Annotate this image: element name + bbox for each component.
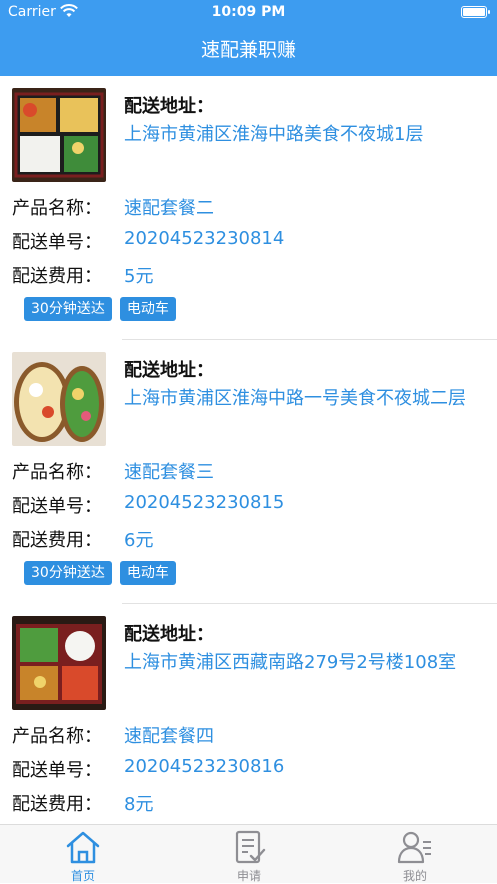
- fee-row: 配送费用： 8元: [12, 790, 153, 816]
- tab-profile-label: 我的: [402, 869, 427, 883]
- order-card[interactable]: 配送地址： 上海市黄浦区西藏南路279号2号楼108室 产品名称： 速配套餐四 …: [0, 604, 497, 824]
- product-value: 速配套餐四: [124, 726, 214, 747]
- fee-label: 配送费用：: [12, 266, 102, 287]
- product-value: 速配套餐三: [124, 462, 214, 483]
- order-number-value: 20204523230814: [124, 228, 285, 249]
- fee-value: 6元: [124, 530, 154, 551]
- status-bar: Carrier 10:09 PM: [0, 0, 497, 26]
- product-row: 产品名称： 速配套餐四: [12, 722, 214, 748]
- battery-icon: [461, 6, 490, 18]
- fee-value: 5元: [124, 266, 154, 287]
- order-list[interactable]: 配送地址： 上海市黄浦区淮海中路美食不夜城1层 产品名称： 速配套餐二 配送单号…: [0, 76, 497, 824]
- tab-profile[interactable]: 我的: [332, 825, 497, 884]
- address-value: 上海市黄浦区淮海中路一号美食不夜城二层: [124, 388, 466, 409]
- delivery-time-tag: 30分钟送达: [24, 297, 112, 321]
- tag-list: 30分钟送达 电动车: [24, 297, 184, 321]
- product-label: 产品名称：: [12, 198, 102, 219]
- tab-apply-label: 申请: [236, 869, 261, 883]
- fee-label: 配送费用：: [12, 794, 102, 815]
- profile-icon: [397, 831, 431, 864]
- delivery-time-tag: 30分钟送达: [24, 561, 112, 585]
- address-label: 配送地址：: [124, 360, 214, 381]
- order-number-row: 配送单号： 20204523230815: [12, 492, 284, 518]
- product-row: 产品名称： 速配套餐三: [12, 458, 214, 484]
- order-number-row: 配送单号： 20204523230816: [12, 756, 284, 782]
- food-thumbnail: [12, 616, 106, 710]
- vehicle-tag: 电动车: [119, 561, 176, 585]
- order-number-label: 配送单号：: [12, 496, 102, 517]
- apply-document-icon: [235, 830, 266, 864]
- fee-label: 配送费用：: [12, 530, 102, 551]
- tag-list: 30分钟送达 电动车: [24, 561, 184, 585]
- address-value: 上海市黄浦区西藏南路279号2号楼108室: [124, 652, 457, 673]
- fee-row: 配送费用： 5元: [12, 262, 153, 288]
- vehicle-tag: 电动车: [119, 297, 176, 321]
- product-label: 产品名称：: [12, 726, 102, 747]
- food-thumbnail: [12, 88, 106, 182]
- address-label: 配送地址：: [124, 96, 214, 117]
- home-icon: [66, 831, 100, 864]
- order-number-label: 配送单号：: [12, 760, 102, 781]
- tab-bar: 首页 申请 我的: [0, 824, 497, 883]
- order-card[interactable]: 配送地址： 上海市黄浦区淮海中路美食不夜城1层 产品名称： 速配套餐二 配送单号…: [0, 76, 497, 340]
- address-value: 上海市黄浦区淮海中路美食不夜城1层: [124, 124, 424, 145]
- clock: 10:09 PM: [211, 4, 286, 20]
- product-label: 产品名称：: [12, 462, 102, 483]
- address-label: 配送地址：: [124, 624, 214, 645]
- product-row: 产品名称： 速配套餐二: [12, 194, 214, 220]
- product-value: 速配套餐二: [124, 198, 214, 219]
- order-number-label: 配送单号：: [12, 232, 102, 253]
- fee-value: 8元: [124, 794, 154, 815]
- fee-row: 配送费用： 6元: [12, 526, 153, 552]
- tab-apply[interactable]: 申请: [166, 825, 332, 884]
- tab-home-label: 首页: [70, 869, 95, 883]
- order-card[interactable]: 配送地址： 上海市黄浦区淮海中路一号美食不夜城二层 产品名称： 速配套餐三 配送…: [0, 340, 497, 604]
- tab-home[interactable]: 首页: [0, 825, 166, 884]
- page-title: 速配兼职赚: [0, 26, 497, 76]
- order-number-value: 20204523230816: [124, 756, 285, 777]
- food-thumbnail: [12, 352, 106, 446]
- order-number-value: 20204523230815: [124, 492, 285, 513]
- order-number-row: 配送单号： 20204523230814: [12, 228, 284, 254]
